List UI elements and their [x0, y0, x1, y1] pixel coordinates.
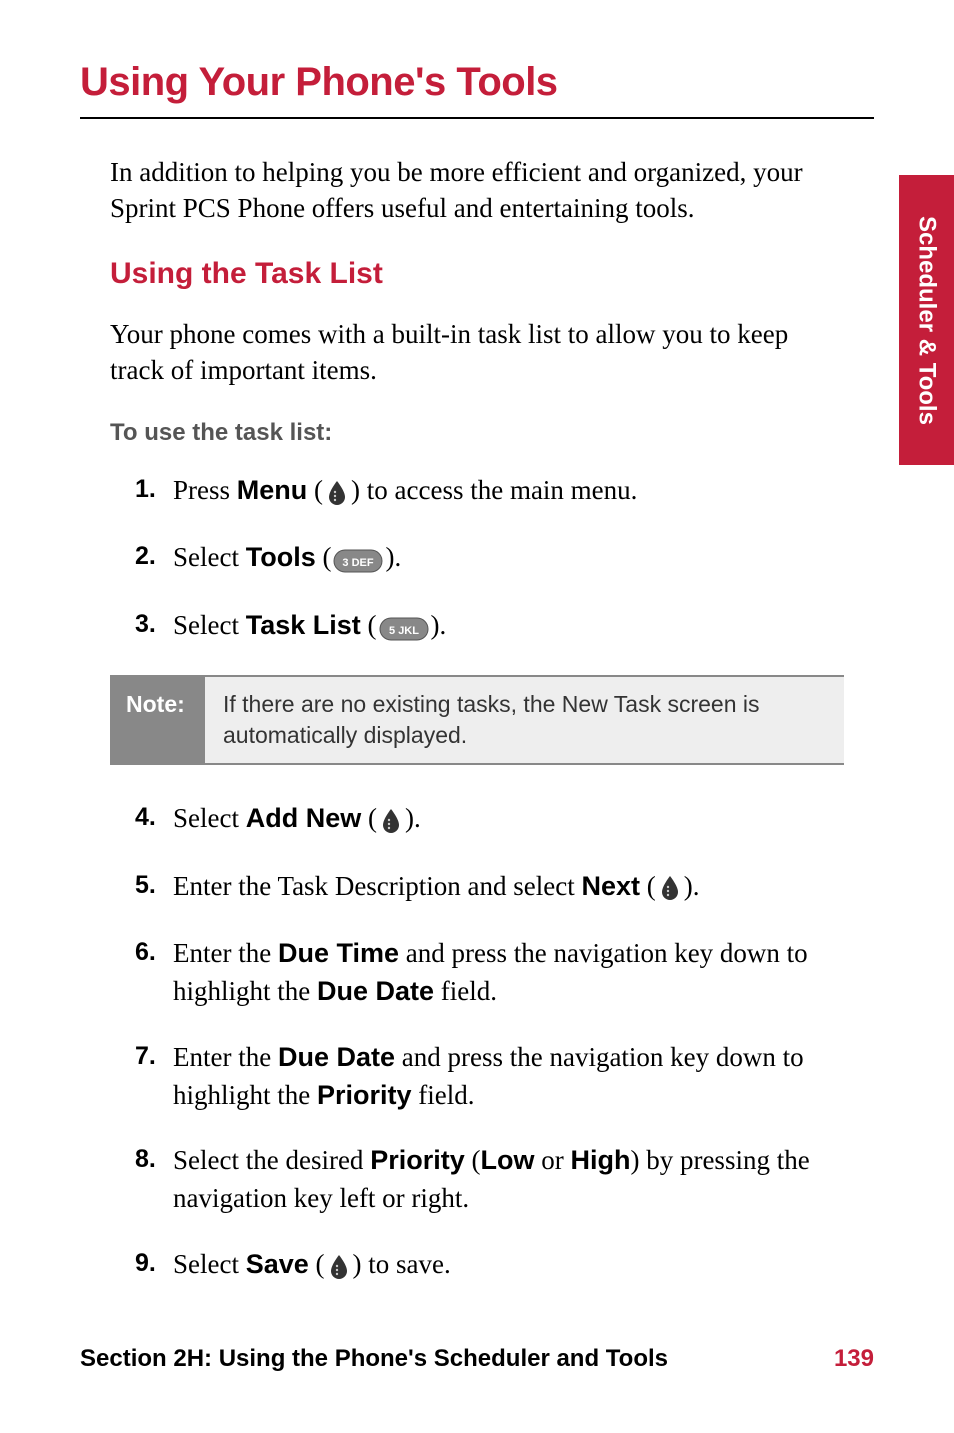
step-item: 5.Enter the Task Description and select … — [135, 868, 844, 908]
section-heading: Using the Task List — [110, 257, 874, 291]
step-number: 3. — [135, 607, 173, 642]
step-number: 1. — [135, 472, 173, 507]
step-text: Select the desired Priority (Low or High… — [173, 1142, 844, 1218]
step-item: 6.Enter the Due Time and press the navig… — [135, 935, 844, 1011]
step-number: 4. — [135, 800, 173, 835]
step-item: 3.Select Task List (5 JKL). — [135, 607, 844, 647]
step-number: 8. — [135, 1142, 173, 1177]
steps-list-bottom: 4.Select Add New ().5.Enter the Task Des… — [135, 800, 844, 1286]
instruction-label: To use the task list: — [110, 419, 874, 447]
step-item: 1.Press Menu () to access the main menu. — [135, 472, 844, 512]
step-text: Select Task List (5 JKL). — [173, 607, 844, 647]
svg-text:5 JKL: 5 JKL — [389, 625, 419, 637]
section-description: Your phone comes with a built-in task li… — [110, 316, 844, 389]
step-item: 8.Select the desired Priority (Low or Hi… — [135, 1142, 844, 1218]
step-text: Select Tools (3 DEF). — [173, 539, 844, 579]
note-text: If there are no existing tasks, the New … — [205, 677, 844, 763]
note-label: Note: — [110, 677, 205, 763]
intro-paragraph: In addition to helping you be more effic… — [110, 154, 844, 227]
step-number: 9. — [135, 1246, 173, 1281]
step-item: 2.Select Tools (3 DEF). — [135, 539, 844, 579]
page-title: Using Your Phone's Tools — [80, 60, 874, 105]
nav-key-icon — [658, 869, 682, 907]
step-text: Enter the Due Date and press the navigat… — [173, 1039, 844, 1115]
nav-key-icon — [325, 474, 349, 512]
footer-section-label: Section 2H: Using the Phone's Scheduler … — [80, 1345, 668, 1373]
title-rule — [80, 117, 874, 119]
footer-page-number: 139 — [834, 1345, 874, 1373]
step-text: Enter the Due Time and press the navigat… — [173, 935, 844, 1011]
note-box: Note: If there are no existing tasks, th… — [110, 675, 844, 765]
page-content: Using Your Phone's Tools In addition to … — [0, 0, 954, 1286]
step-text: Select Save () to save. — [173, 1246, 844, 1286]
key-3-icon: 3 DEF — [333, 541, 383, 579]
step-item: 7.Enter the Due Date and press the navig… — [135, 1039, 844, 1115]
steps-list-top: 1.Press Menu () to access the main menu.… — [135, 472, 844, 647]
step-number: 7. — [135, 1039, 173, 1074]
page-footer: Section 2H: Using the Phone's Scheduler … — [80, 1345, 874, 1373]
key-5-icon: 5 JKL — [379, 609, 429, 647]
step-text: Press Menu () to access the main menu. — [173, 472, 844, 512]
nav-key-icon — [379, 802, 403, 840]
step-number: 2. — [135, 539, 173, 574]
step-item: 4.Select Add New (). — [135, 800, 844, 840]
nav-key-icon — [327, 1248, 351, 1286]
step-text: Enter the Task Description and select Ne… — [173, 868, 844, 908]
step-number: 5. — [135, 868, 173, 903]
svg-text:3 DEF: 3 DEF — [343, 557, 374, 569]
step-text: Select Add New (). — [173, 800, 844, 840]
step-item: 9.Select Save () to save. — [135, 1246, 844, 1286]
step-number: 6. — [135, 935, 173, 970]
